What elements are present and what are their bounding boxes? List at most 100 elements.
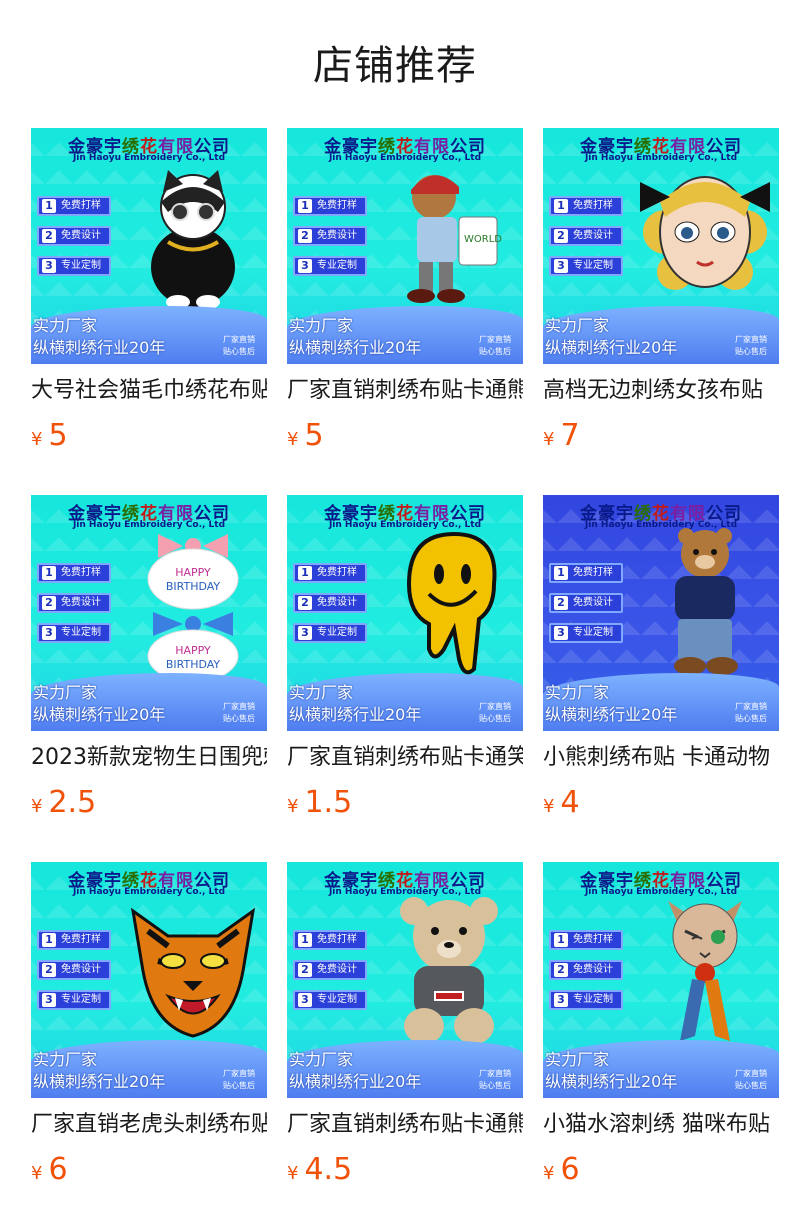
feature-number: 3 (298, 993, 312, 1007)
banner-strength-text: 实力厂家 (545, 1050, 610, 1069)
embroidery-patch-illustration: WORLD (379, 162, 519, 312)
feature-number: 3 (554, 259, 568, 273)
product-card[interactable]: 金豪宇绣花有限公司 Jin Haoyu Embroidery Co., Ltd 1 免… (287, 128, 523, 458)
feature-number: 3 (42, 993, 56, 1007)
product-grid: 金豪宇绣花有限公司 Jin Haoyu Embroidery Co., Ltd 1 免… (0, 0, 790, 1230)
banner-service-text: 厂家直销 贴心售后 (479, 334, 511, 358)
product-name[interactable]: 小猫水溶刺绣 猫咪布贴 (543, 1108, 779, 1142)
price-amount: 5 (48, 418, 68, 453)
feature-number: 3 (298, 259, 312, 273)
product-card[interactable]: 金豪宇绣花有限公司 Jin Haoyu Embroidery Co., Ltd 1 免… (543, 128, 779, 458)
feature-number: 3 (42, 626, 56, 640)
banner-strength-text: 实力厂家 (289, 316, 354, 335)
currency-symbol: ¥ (31, 1163, 43, 1184)
product-name[interactable]: 小熊刺绣布贴 卡通动物 (543, 741, 779, 775)
feature-number: 3 (42, 259, 56, 273)
feature-badge: 1 免费打样 (293, 930, 367, 950)
feature-badge: 3 专业定制 (37, 256, 111, 276)
embroidery-patch-illustration (123, 896, 263, 1046)
service-line: 厂家直销 (223, 335, 255, 344)
feature-label: 免费打样 (61, 200, 101, 211)
service-line: 贴心售后 (735, 714, 767, 723)
service-line: 厂家直销 (735, 335, 767, 344)
product-name[interactable]: 厂家直销刺绣布贴卡通熊 (287, 374, 523, 408)
product-price: ¥1.5 (287, 785, 352, 820)
embroidery-patch-illustration: HAPPY BIRTHDAY HAPPY BIRTHDAY (123, 529, 263, 683)
feature-label: 免费打样 (61, 567, 101, 578)
product-name[interactable]: 厂家直销刺绣布贴卡通熊 (287, 1108, 523, 1142)
product-card[interactable]: 金豪宇绣花有限公司 Jin Haoyu Embroidery Co., Ltd 1 免… (31, 495, 267, 825)
feature-label: 免费设计 (61, 597, 101, 608)
service-line: 贴心售后 (479, 347, 511, 356)
feature-label: 免费设计 (573, 597, 613, 608)
banner-strength-text: 实力厂家 (545, 316, 610, 335)
service-line: 贴心售后 (223, 1081, 255, 1090)
product-name[interactable]: 高档无边刺绣女孩布贴 (543, 374, 779, 408)
product-image[interactable]: 金豪宇绣花有限公司 Jin Haoyu Embroidery Co., Ltd 1 免… (31, 495, 267, 731)
product-name[interactable]: 厂家直销刺绣布贴卡通笑脸 (287, 741, 523, 775)
feature-badge: 3 专业定制 (549, 256, 623, 276)
service-line: 贴心售后 (735, 1081, 767, 1090)
banner-industry-text: 纵横刺绣行业20年 (545, 705, 678, 724)
service-line: 厂家直销 (479, 1069, 511, 1078)
product-name[interactable]: 厂家直销老虎头刺绣布贴 (31, 1108, 267, 1142)
product-price: ¥6 (543, 1152, 580, 1187)
feature-label: 专业定制 (573, 994, 613, 1005)
product-image[interactable]: 金豪宇绣花有限公司 Jin Haoyu Embroidery Co., Ltd 1 免… (543, 862, 779, 1098)
product-image[interactable]: 金豪宇绣花有限公司 Jin Haoyu Embroidery Co., Ltd 1 免… (287, 862, 523, 1098)
feature-label: 免费设计 (317, 964, 357, 975)
product-image[interactable]: 金豪宇绣花有限公司 Jin Haoyu Embroidery Co., Ltd 1 免… (31, 128, 267, 364)
feature-badge: 3 专业定制 (549, 623, 623, 643)
product-card[interactable]: 金豪宇绣花有限公司 Jin Haoyu Embroidery Co., Ltd 1 免… (543, 862, 779, 1192)
feature-label: 免费设计 (61, 230, 101, 241)
embroidery-patch-illustration (379, 896, 519, 1046)
banner-industry-text: 纵横刺绣行业20年 (289, 1072, 422, 1091)
product-name[interactable]: 大号社会猫毛巾绣花布贴 (31, 374, 267, 408)
feature-label: 专业定制 (317, 994, 357, 1005)
feature-badge: 2 免费设计 (37, 593, 111, 613)
feature-badge: 1 免费打样 (37, 563, 111, 583)
service-line: 厂家直销 (735, 1069, 767, 1078)
feature-number: 2 (42, 596, 56, 610)
feature-number: 1 (298, 566, 312, 580)
price-amount: 7 (560, 418, 580, 453)
feature-label: 免费打样 (317, 567, 357, 578)
feature-label: 免费打样 (61, 934, 101, 945)
feature-label: 专业定制 (573, 627, 613, 638)
product-card[interactable]: 金豪宇绣花有限公司 Jin Haoyu Embroidery Co., Ltd 1 免… (31, 862, 267, 1192)
embroidery-patch-illustration (635, 162, 775, 312)
service-line: 厂家直销 (479, 335, 511, 344)
product-price: ¥4 (543, 785, 580, 820)
product-card[interactable]: 金豪宇绣花有限公司 Jin Haoyu Embroidery Co., Ltd 1 免… (287, 862, 523, 1192)
feature-badge: 2 免费设计 (549, 593, 623, 613)
feature-number: 2 (298, 229, 312, 243)
feature-number: 1 (554, 566, 568, 580)
feature-label: 免费设计 (61, 964, 101, 975)
product-card[interactable]: 金豪宇绣花有限公司 Jin Haoyu Embroidery Co., Ltd 1 免… (31, 128, 267, 458)
product-image[interactable]: 金豪宇绣花有限公司 Jin Haoyu Embroidery Co., Ltd 1 免… (287, 128, 523, 364)
product-name[interactable]: 2023新款宠物生日围兜刺绣 (31, 741, 267, 775)
feature-label: 免费打样 (317, 934, 357, 945)
feature-badge: 2 免费设计 (37, 226, 111, 246)
banner-industry-text: 纵横刺绣行业20年 (289, 338, 422, 357)
banner-strength-text: 实力厂家 (289, 1050, 354, 1069)
feature-number: 2 (298, 963, 312, 977)
price-amount: 2.5 (48, 785, 97, 820)
currency-symbol: ¥ (287, 1163, 299, 1184)
product-card[interactable]: 金豪宇绣花有限公司 Jin Haoyu Embroidery Co., Ltd 1 免… (543, 495, 779, 825)
price-amount: 6 (560, 1152, 580, 1187)
product-image[interactable]: 金豪宇绣花有限公司 Jin Haoyu Embroidery Co., Ltd 1 免… (543, 128, 779, 364)
product-image[interactable]: 金豪宇绣花有限公司 Jin Haoyu Embroidery Co., Ltd 1 免… (287, 495, 523, 731)
feature-badge: 2 免费设计 (293, 226, 367, 246)
product-image[interactable]: 金豪宇绣花有限公司 Jin Haoyu Embroidery Co., Ltd 1 免… (543, 495, 779, 731)
svg-text:BIRTHDAY: BIRTHDAY (166, 658, 221, 671)
feature-label: 免费设计 (573, 230, 613, 241)
feature-number: 1 (42, 933, 56, 947)
product-image[interactable]: 金豪宇绣花有限公司 Jin Haoyu Embroidery Co., Ltd 1 免… (31, 862, 267, 1098)
feature-label: 免费设计 (317, 230, 357, 241)
feature-label: 免费设计 (573, 964, 613, 975)
price-amount: 6 (48, 1152, 68, 1187)
banner-industry-text: 纵横刺绣行业20年 (33, 705, 166, 724)
service-line: 厂家直销 (223, 702, 255, 711)
product-card[interactable]: 金豪宇绣花有限公司 Jin Haoyu Embroidery Co., Ltd 1 免… (287, 495, 523, 825)
